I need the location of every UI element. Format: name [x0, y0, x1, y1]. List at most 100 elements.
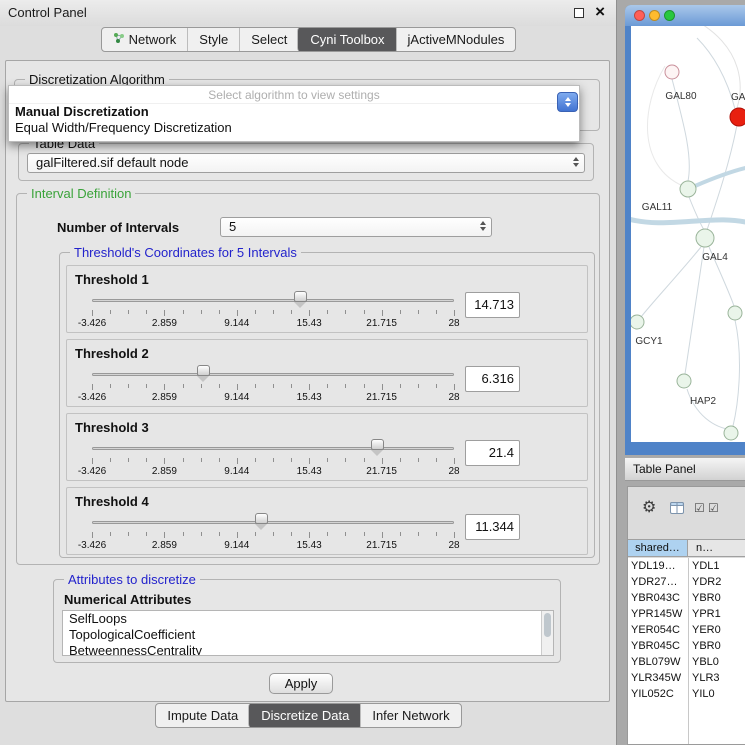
- numerical-attributes-list[interactable]: SelfLoopsTopologicalCoefficientBetweenne…: [62, 610, 554, 656]
- table-row[interactable]: YBL079WYBL0: [628, 654, 745, 670]
- dropdown-option-manual-discretization[interactable]: Manual Discretization: [9, 104, 579, 120]
- dropdown-option-equal-width-frequency[interactable]: Equal Width/Frequency Discretization: [9, 120, 579, 136]
- network-edge[interactable]: [631, 218, 745, 224]
- slider-thumb[interactable]: [294, 291, 307, 302]
- tab-network[interactable]: Network: [102, 28, 188, 51]
- threshold-slider[interactable]: -3.4262.8599.14415.4321.71528: [92, 364, 454, 406]
- column-header-shared[interactable]: shared…: [628, 540, 688, 556]
- table-row[interactable]: YDR27…YDR2: [628, 574, 745, 590]
- network-node[interactable]: [680, 181, 696, 197]
- close-light-icon[interactable]: [634, 10, 645, 21]
- tab-discretize-data[interactable]: Discretize Data: [248, 703, 361, 728]
- table-row[interactable]: YBR045CYBR0: [628, 638, 745, 654]
- network-edge[interactable]: [697, 38, 735, 109]
- tick-mark: [454, 310, 455, 316]
- network-edge[interactable]: [641, 247, 701, 317]
- columns-icon[interactable]: [670, 501, 684, 519]
- tab-impute-data[interactable]: Impute Data: [156, 704, 249, 727]
- zoom-light-icon[interactable]: [664, 10, 675, 21]
- table-cell[interactable]: YBL079W: [628, 654, 688, 670]
- table-row[interactable]: YDL19…YDL1: [628, 558, 745, 574]
- threshold-value-field[interactable]: 14.713: [465, 292, 520, 318]
- tab-select[interactable]: Select: [239, 28, 298, 51]
- network-canvas[interactable]: GAL80GALGAL11GAL4GCY1HAP2: [631, 26, 745, 442]
- table-cell[interactable]: YBR0: [688, 638, 745, 654]
- network-edge[interactable]: [691, 26, 740, 122]
- table-cell[interactable]: YER0: [688, 622, 745, 638]
- list-scrollbar[interactable]: [541, 611, 553, 655]
- table-row[interactable]: YLR345WYLR3: [628, 670, 745, 686]
- slider-track[interactable]: [92, 299, 454, 302]
- table-cell[interactable]: YIL0: [688, 686, 745, 702]
- table-row[interactable]: YBR043CYBR0: [628, 590, 745, 606]
- tab-cyni-toolbox[interactable]: Cyni Toolbox: [297, 27, 396, 52]
- network-edge[interactable]: [733, 320, 739, 426]
- slider-track[interactable]: [92, 521, 454, 524]
- gear-icon[interactable]: ⚙: [642, 497, 656, 517]
- threshold-slider[interactable]: -3.4262.8599.14415.4321.71528: [92, 290, 454, 332]
- checkbox-icon[interactable]: ☑: [708, 501, 719, 515]
- slider-track[interactable]: [92, 447, 454, 450]
- network-node[interactable]: [665, 65, 679, 79]
- float-window-icon[interactable]: [574, 8, 584, 18]
- network-edge[interactable]: [689, 197, 704, 230]
- slider-track[interactable]: [92, 373, 454, 376]
- close-window-icon[interactable]: ×: [595, 2, 605, 22]
- tab-label: Discretize Data: [261, 708, 349, 723]
- threshold-value-field[interactable]: 6.316: [465, 366, 520, 392]
- attribute-list-item[interactable]: SelfLoops: [63, 611, 553, 627]
- table-cell[interactable]: YDL19…: [628, 558, 688, 574]
- network-edge[interactable]: [647, 66, 683, 186]
- network-node[interactable]: [730, 108, 745, 126]
- number-of-intervals-combobox[interactable]: 5: [220, 217, 492, 237]
- tab-infer-network[interactable]: Infer Network: [360, 704, 460, 727]
- table-row[interactable]: YIL052CYIL0: [628, 686, 745, 702]
- network-node[interactable]: [677, 374, 691, 388]
- attribute-list-item[interactable]: TopologicalCoefficient: [63, 627, 553, 643]
- table-panel-header[interactable]: Table Panel: [625, 457, 745, 481]
- slider-thumb[interactable]: [371, 439, 384, 450]
- tab-jactivemnodules[interactable]: jActiveMNodules: [396, 28, 516, 51]
- threshold-slider[interactable]: -3.4262.8599.14415.4321.71528: [92, 512, 454, 554]
- table-cell[interactable]: YPR1: [688, 606, 745, 622]
- network-node[interactable]: [631, 315, 644, 329]
- table-cell[interactable]: YDR2: [688, 574, 745, 590]
- table-cell[interactable]: YDL1: [688, 558, 745, 574]
- table-cell[interactable]: YBR0: [688, 590, 745, 606]
- threshold-slider[interactable]: -3.4262.8599.14415.4321.71528: [92, 438, 454, 480]
- table-row[interactable]: YER054CYER0: [628, 622, 745, 638]
- network-edge[interactable]: [695, 166, 745, 186]
- scrollbar-thumb[interactable]: [544, 613, 551, 637]
- threshold-value-field[interactable]: 21.4: [465, 440, 520, 466]
- table-cell[interactable]: YIL052C: [628, 686, 688, 702]
- table-cell[interactable]: YPR145W: [628, 606, 688, 622]
- table-cell[interactable]: YBR043C: [628, 590, 688, 606]
- algorithm-combobox-stepper[interactable]: [557, 92, 578, 112]
- apply-button[interactable]: Apply: [269, 673, 333, 694]
- network-node[interactable]: [724, 426, 738, 440]
- threshold-label: Threshold 3: [75, 420, 149, 435]
- column-header-name[interactable]: n…: [688, 540, 745, 556]
- table-cell[interactable]: YBL0: [688, 654, 745, 670]
- network-node[interactable]: [728, 306, 742, 320]
- control-panel-titlebar[interactable]: Control Panel ×: [0, 0, 616, 26]
- table-cell[interactable]: YLR3: [688, 670, 745, 686]
- tab-style[interactable]: Style: [187, 28, 239, 51]
- tick-mark: [364, 532, 365, 536]
- table-cell[interactable]: YBR045C: [628, 638, 688, 654]
- threshold-value-field[interactable]: 11.344: [465, 514, 520, 540]
- network-edge[interactable]: [685, 247, 704, 374]
- minimize-light-icon[interactable]: [649, 10, 660, 21]
- table-cell[interactable]: YLR345W: [628, 670, 688, 686]
- checkbox-icon[interactable]: ☑: [694, 501, 705, 515]
- slider-thumb[interactable]: [255, 513, 268, 524]
- network-node[interactable]: [696, 229, 714, 247]
- tick-mark: [382, 458, 383, 464]
- table-row[interactable]: YPR145WYPR1: [628, 606, 745, 622]
- table-data-combobox[interactable]: galFiltered.sif default node: [27, 153, 585, 173]
- attribute-list-item[interactable]: BetweennessCentrality: [63, 643, 553, 656]
- table-cell[interactable]: YER054C: [628, 622, 688, 638]
- slider-thumb[interactable]: [197, 365, 210, 376]
- table-cell[interactable]: YDR27…: [628, 574, 688, 590]
- network-window-titlebar[interactable]: [625, 5, 745, 26]
